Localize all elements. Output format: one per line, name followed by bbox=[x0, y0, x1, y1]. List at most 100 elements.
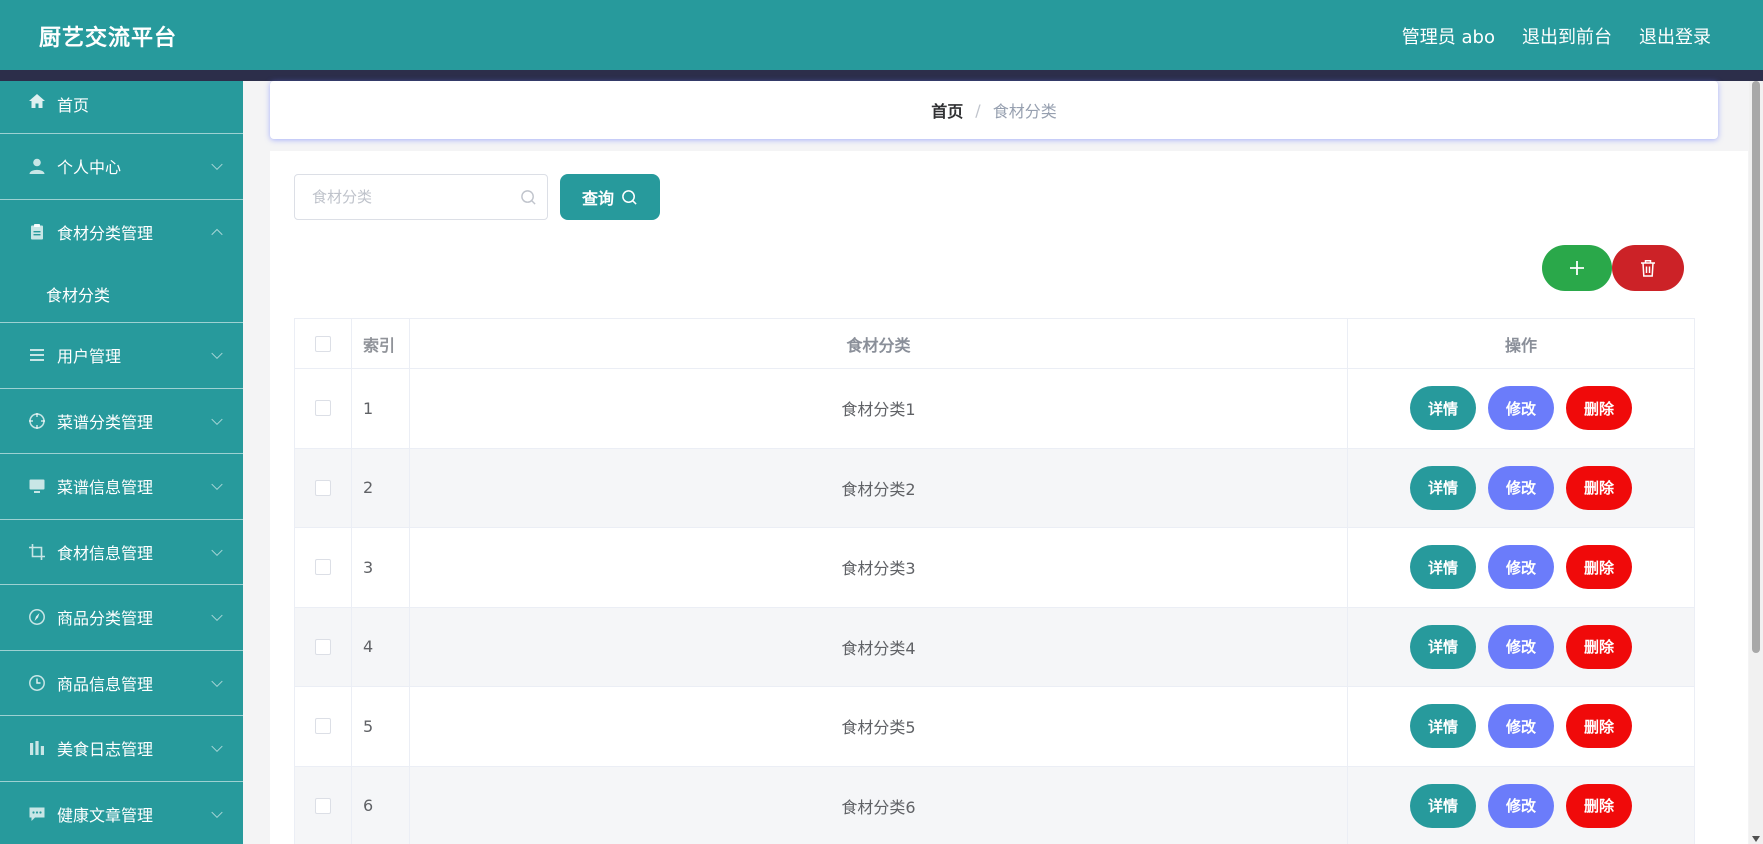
sidebar-item-food-log-mgmt[interactable]: 美食日志管理 bbox=[0, 716, 243, 782]
row-checkbox[interactable] bbox=[315, 638, 331, 655]
top-bar: 厨艺交流平台 管理员 abo 退出到前台 退出登录 bbox=[0, 0, 1763, 70]
delete-button[interactable]: 删除 bbox=[1566, 545, 1632, 590]
delete-button[interactable]: 删除 bbox=[1566, 624, 1632, 669]
sidebar-item-recipe-category-mgmt[interactable]: 菜谱分类管理 bbox=[0, 389, 243, 454]
delete-button[interactable]: 删除 bbox=[1566, 704, 1632, 749]
detail-button[interactable]: 详情 bbox=[1410, 465, 1476, 510]
sidebar-item-label: 首页 bbox=[57, 96, 90, 115]
chevron-down-icon bbox=[211, 347, 223, 360]
sidebar-item-personal-center[interactable]: 个人中心 bbox=[0, 134, 243, 200]
add-button[interactable] bbox=[1542, 245, 1612, 291]
chevron-down-icon bbox=[211, 478, 223, 491]
detail-button[interactable]: 详情 bbox=[1410, 624, 1476, 669]
row-checkbox[interactable] bbox=[315, 559, 331, 576]
sidebar: 首页 个人中心 食材分类管理 食材分类 用户管理 菜谱分类管理 菜谱信息管理 食… bbox=[0, 81, 243, 844]
sidebar-item-ingredient-info-mgmt[interactable]: 食材信息管理 bbox=[0, 520, 243, 585]
sidebar-item-product-category-mgmt[interactable]: 商品分类管理 bbox=[0, 585, 243, 651]
sidebar-subitem-label: 食材分类 bbox=[46, 285, 111, 305]
sidebar-item-recipe-info-mgmt[interactable]: 菜谱信息管理 bbox=[0, 454, 243, 520]
column-header-category: 食材分类 bbox=[410, 319, 1348, 368]
page-scrollbar[interactable] bbox=[1749, 81, 1763, 844]
table-row: 1 食材分类1 详情 修改 删除 bbox=[295, 369, 1694, 449]
detail-button[interactable]: 详情 bbox=[1410, 704, 1476, 749]
compass-icon bbox=[28, 608, 46, 626]
chevron-down-icon bbox=[211, 158, 223, 171]
sidebar-subitem-ingredient-category[interactable]: 食材分类 bbox=[0, 265, 243, 323]
chevron-down-icon bbox=[211, 544, 223, 556]
row-checkbox[interactable] bbox=[315, 479, 331, 496]
breadcrumb-home[interactable]: 首页 bbox=[931, 98, 963, 122]
delete-button[interactable]: 删除 bbox=[1566, 386, 1632, 431]
query-button[interactable]: 查询 bbox=[560, 174, 660, 220]
breadcrumb-separator: / bbox=[975, 100, 981, 120]
row-checkbox-cell bbox=[295, 607, 352, 686]
row-checkbox-cell bbox=[295, 448, 352, 527]
row-actions: 详情 修改 删除 bbox=[1348, 449, 1694, 528]
chevron-down-icon bbox=[211, 413, 223, 425]
detail-button[interactable]: 详情 bbox=[1410, 783, 1476, 828]
chevron-down-icon bbox=[211, 740, 223, 753]
scroll-down-arrow-icon[interactable] bbox=[1752, 836, 1760, 842]
table-row: 3 食材分类3 详情 修改 删除 bbox=[295, 528, 1694, 608]
main-content: 查询 索引 食材分类 操作 1 食材分类1 详情 修改 删除 2 食材分类 bbox=[270, 151, 1748, 844]
row-actions: 详情 修改 删除 bbox=[1348, 528, 1694, 607]
detail-button[interactable]: 详情 bbox=[1410, 545, 1476, 590]
delete-button[interactable]: 删除 bbox=[1566, 465, 1632, 510]
sidebar-item-user-mgmt[interactable]: 用户管理 bbox=[0, 323, 243, 389]
select-all-checkbox[interactable] bbox=[315, 335, 331, 352]
edit-button[interactable]: 修改 bbox=[1488, 704, 1554, 749]
brand-title: 厨艺交流平台 bbox=[39, 26, 178, 51]
row-checkbox[interactable] bbox=[315, 718, 331, 735]
plus-icon bbox=[1570, 261, 1584, 275]
query-button-label: 查询 bbox=[581, 189, 614, 208]
row-category-name: 食材分类1 bbox=[410, 369, 1348, 448]
breadcrumb-current: 食材分类 bbox=[992, 102, 1057, 121]
sidebar-item-label: 食材信息管理 bbox=[57, 543, 154, 563]
table-row: 5 食材分类5 详情 修改 删除 bbox=[295, 687, 1694, 767]
trash-icon bbox=[1641, 260, 1655, 277]
sidebar-item-label: 美食日志管理 bbox=[57, 740, 154, 760]
row-checkbox[interactable] bbox=[315, 400, 331, 417]
row-category-name: 食材分类6 bbox=[410, 766, 1348, 844]
user-icon bbox=[28, 157, 46, 175]
header-checkbox-cell bbox=[295, 319, 352, 368]
monitor-icon bbox=[28, 477, 46, 495]
table-row: 4 食材分类4 详情 修改 删除 bbox=[295, 607, 1694, 687]
delete-button[interactable]: 删除 bbox=[1566, 783, 1632, 828]
edit-button[interactable]: 修改 bbox=[1488, 624, 1554, 669]
row-index: 5 bbox=[352, 687, 410, 766]
edit-button[interactable]: 修改 bbox=[1488, 465, 1554, 510]
sidebar-item-health-article-mgmt[interactable]: 健康文章管理 bbox=[0, 782, 243, 844]
detail-button[interactable]: 详情 bbox=[1410, 386, 1476, 431]
row-index: 2 bbox=[352, 448, 410, 527]
sidebar-item-label: 菜谱分类管理 bbox=[57, 412, 154, 432]
sidebar-item-home[interactable]: 首页 bbox=[0, 81, 243, 134]
search-input[interactable] bbox=[295, 175, 547, 219]
admin-user-link[interactable]: 管理员 abo bbox=[1402, 23, 1495, 49]
edit-button[interactable]: 修改 bbox=[1488, 783, 1554, 828]
scrollbar-thumb[interactable] bbox=[1752, 81, 1760, 653]
bulk-delete-button[interactable] bbox=[1612, 245, 1684, 291]
home-icon bbox=[28, 92, 46, 110]
sidebar-item-ingredient-category-mgmt[interactable]: 食材分类管理 bbox=[0, 200, 243, 266]
chevron-down-icon bbox=[211, 806, 223, 818]
table-row: 6 食材分类6 详情 修改 删除 bbox=[295, 766, 1694, 844]
table-header-row: 索引 食材分类 操作 bbox=[295, 319, 1694, 369]
logout-link[interactable]: 退出登录 bbox=[1639, 23, 1711, 49]
edit-button[interactable]: 修改 bbox=[1488, 386, 1554, 431]
row-category-name: 食材分类4 bbox=[410, 607, 1348, 686]
row-category-name: 食材分类2 bbox=[410, 448, 1348, 527]
sidebar-item-product-info-mgmt[interactable]: 商品信息管理 bbox=[0, 651, 243, 716]
row-category-name: 食材分类5 bbox=[410, 687, 1348, 766]
row-index: 3 bbox=[352, 528, 410, 607]
ingredient-category-table: 索引 食材分类 操作 1 食材分类1 详情 修改 删除 2 食材分类2 详情 修… bbox=[294, 318, 1695, 844]
row-checkbox-cell bbox=[295, 766, 352, 844]
clipboard-icon bbox=[28, 223, 46, 241]
top-links: 管理员 abo 退出到前台 退出登录 bbox=[1402, 23, 1711, 49]
header-divider-band bbox=[0, 70, 1763, 81]
row-checkbox[interactable] bbox=[315, 797, 331, 814]
back-to-front-link[interactable]: 退出到前台 bbox=[1522, 23, 1612, 49]
sidebar-item-label: 商品分类管理 bbox=[57, 609, 154, 629]
edit-button[interactable]: 修改 bbox=[1488, 545, 1554, 590]
row-index: 4 bbox=[352, 607, 410, 686]
